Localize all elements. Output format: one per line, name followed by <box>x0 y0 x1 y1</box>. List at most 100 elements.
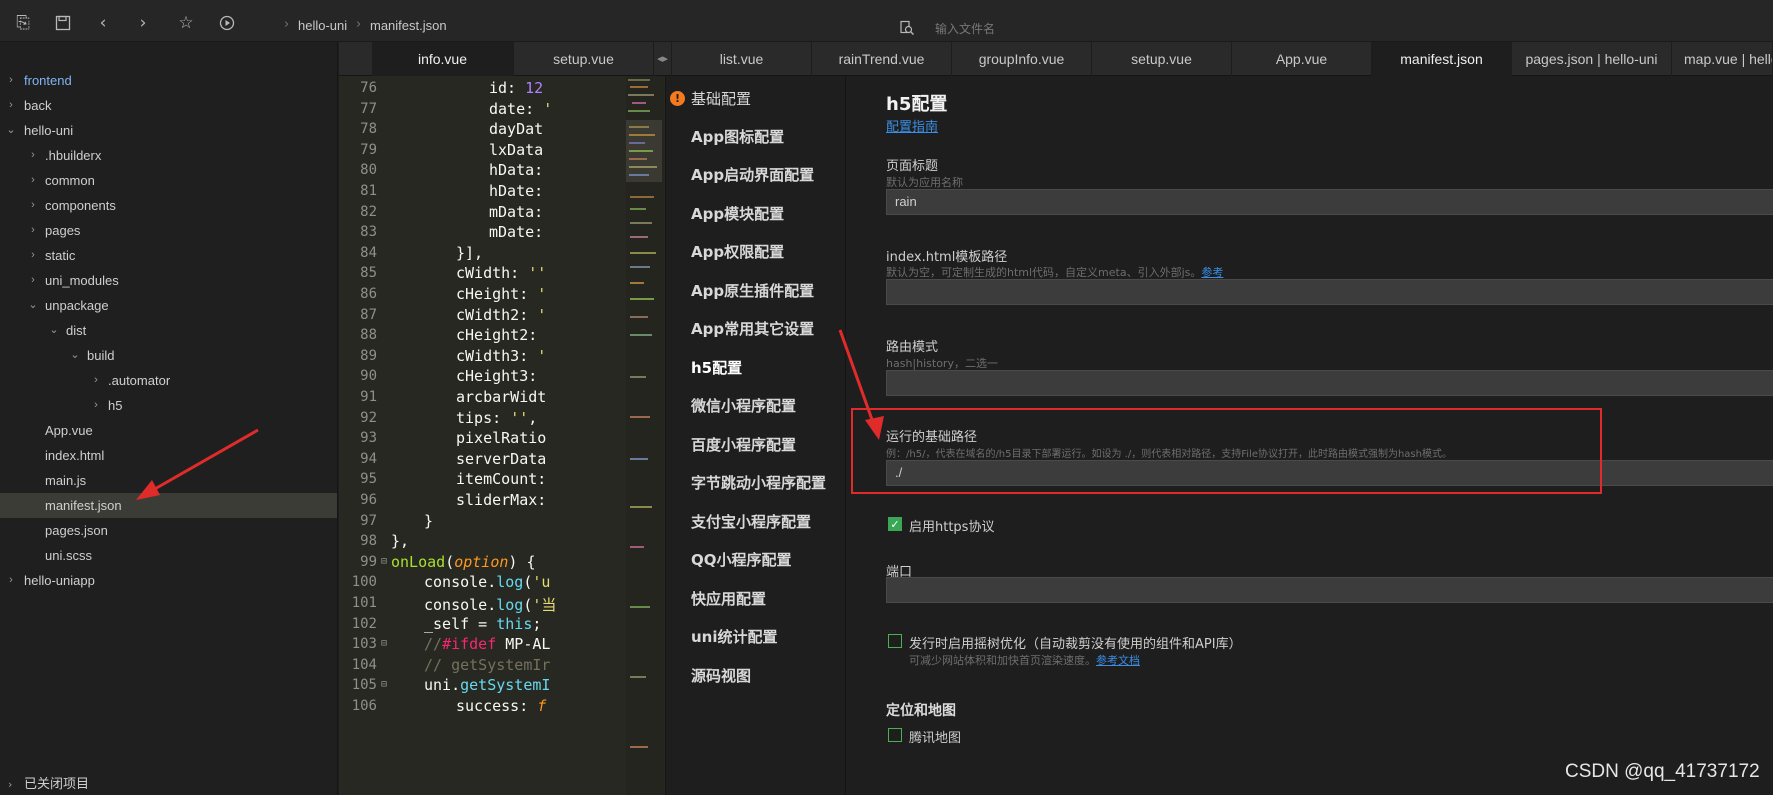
page-title-label: 页面标题 <box>886 159 939 174</box>
tree-item-hello-uni[interactable]: ⌄ hello-uni <box>0 118 337 143</box>
line-number: 95 <box>360 471 377 488</box>
nav-quickapp[interactable]: 快应用配置 <box>691 588 766 609</box>
fold-toggle-icon[interactable]: ⊟ <box>381 556 387 567</box>
nav-app-icon[interactable]: App图标配置 <box>691 126 784 147</box>
tree-item-index-html[interactable]: index.html <box>0 443 337 468</box>
code-line: } <box>424 511 434 530</box>
tree-item-pages-json[interactable]: pages.json <box>0 518 337 543</box>
fold-toggle-icon[interactable]: ⊟ <box>381 638 387 649</box>
star-icon[interactable]: ☆ <box>173 10 199 36</box>
editor-tab-bar: info.vue setup.vue ◂▸ list.vue rainTrend… <box>339 42 1773 76</box>
back-icon[interactable]: ‹ <box>90 10 116 36</box>
nav-app-modules[interactable]: App模块配置 <box>691 203 784 224</box>
tab-setup-vue[interactable]: setup.vue <box>514 42 654 76</box>
nav-uni-stat[interactable]: uni统计配置 <box>691 626 778 647</box>
code-line: tips: '', <box>456 408 538 427</box>
tree-item-hello-uniapp[interactable]: › hello-uniapp <box>0 568 337 593</box>
tree-item-app-vue[interactable]: App.vue <box>0 418 337 443</box>
code-line: hData: <box>489 161 544 180</box>
treeshake-checkbox[interactable] <box>888 634 902 648</box>
tab-list-vue[interactable]: list.vue <box>672 42 812 76</box>
line-number: 90 <box>360 368 377 385</box>
code-line: cWidth: '' <box>456 264 547 283</box>
code-line: console.log('当 <box>424 596 557 614</box>
tree-item-h5[interactable]: › h5 <box>0 393 337 418</box>
chevron-right-icon: › <box>9 99 13 111</box>
nav-app-native-plugins[interactable]: App原生插件配置 <box>691 280 814 301</box>
template-path-ref-link[interactable]: 参考 <box>1201 266 1223 279</box>
save-icon[interactable] <box>50 10 76 36</box>
config-guide-link[interactable]: 配置指南 <box>886 116 938 135</box>
nav-toutiao-mp[interactable]: 字节跳动小程序配置 <box>691 472 826 493</box>
tencent-map-checkbox[interactable] <box>888 728 902 742</box>
tree-item-label: manifest.json <box>45 498 122 513</box>
template-path-label: index.html模板路径 <box>886 250 1008 265</box>
treeshake-hint: 可减少网站体积和加快首页渲染速度。参考文档 <box>909 652 1140 668</box>
nav-alipay-mp[interactable]: 支付宝小程序配置 <box>691 511 811 532</box>
line-number: 92 <box>360 409 377 426</box>
line-number: 77 <box>360 100 377 117</box>
forward-icon[interactable]: › <box>130 10 156 36</box>
tree-item-automator[interactable]: › .automator <box>0 368 337 393</box>
closed-projects[interactable]: › 已关闭项目 <box>0 775 337 795</box>
run-icon[interactable] <box>214 10 240 36</box>
breadcrumb-project[interactable]: hello-uni <box>298 18 347 33</box>
nav-qq-mp[interactable]: QQ小程序配置 <box>691 549 792 570</box>
tab-groupinfo-vue[interactable]: groupInfo.vue <box>952 42 1092 76</box>
tree-item-frontend[interactable]: › frontend <box>0 68 337 93</box>
chevron-right-icon: › <box>94 399 98 411</box>
code-minimap[interactable] <box>626 76 664 795</box>
tree-item-static[interactable]: › static <box>0 243 337 268</box>
tab-setup-vue-2[interactable]: setup.vue <box>1092 42 1232 76</box>
nav-h5-config[interactable]: h5配置 <box>691 357 742 378</box>
breadcrumb-file[interactable]: manifest.json <box>370 18 447 33</box>
tab-app-vue[interactable]: App.vue <box>1232 42 1372 76</box>
https-checkbox[interactable]: ✓ <box>888 517 902 531</box>
page-title-input[interactable]: rain <box>886 189 1773 215</box>
nav-basic-config[interactable]: 基础配置 <box>691 88 751 109</box>
fold-toggle-icon[interactable]: ⊟ <box>381 679 387 690</box>
tree-item-uni-modules[interactable]: › uni_modules <box>0 268 337 293</box>
tab-raintrend-vue[interactable]: rainTrend.vue <box>812 42 952 76</box>
nav-source-view[interactable]: 源码视图 <box>691 665 751 686</box>
code-line: id: 12 <box>489 79 544 97</box>
tree-item-dist[interactable]: ⌄ dist <box>0 318 337 343</box>
new-file-icon[interactable]: ⎘ <box>10 10 36 36</box>
port-input[interactable] <box>886 577 1773 603</box>
template-path-input[interactable] <box>886 279 1773 305</box>
file-search-box[interactable]: 输入文件名 <box>895 16 1175 40</box>
tree-item-hbuilderx[interactable]: › .hbuilderx <box>0 143 337 168</box>
tab-info-vue[interactable]: info.vue <box>372 42 514 76</box>
tab-scroll-arrows-icon[interactable]: ◂▸ <box>654 42 672 76</box>
tab-pages-json[interactable]: pages.json | hello-uni <box>1512 42 1672 76</box>
tree-item-manifest-json[interactable]: manifest.json <box>0 493 337 518</box>
line-number: 85 <box>360 265 377 282</box>
code-line: dayDat <box>489 120 544 139</box>
nav-baidu-mp[interactable]: 百度小程序配置 <box>691 434 796 455</box>
nav-app-splash[interactable]: App启动界面配置 <box>691 164 814 185</box>
tree-item-unpackage[interactable]: ⌄ unpackage <box>0 293 337 318</box>
chevron-right-icon: › <box>31 274 35 286</box>
nav-app-permissions[interactable]: App权限配置 <box>691 241 784 262</box>
tree-item-components[interactable]: › components <box>0 193 337 218</box>
router-mode-input[interactable] <box>886 370 1773 396</box>
tree-item-main-js[interactable]: main.js <box>0 468 337 493</box>
tab-map-vue[interactable]: map.vue | hello <box>1672 42 1773 76</box>
nav-weixin-mp[interactable]: 微信小程序配置 <box>691 395 796 416</box>
chevron-down-icon: ⌄ <box>49 324 59 336</box>
code-line: cWidth3: ' <box>456 346 547 365</box>
tree-item-pages[interactable]: › pages <box>0 218 337 243</box>
treeshake-doc-link[interactable]: 参考文档 <box>1096 654 1140 667</box>
chevron-right-icon: › <box>31 199 35 211</box>
tree-item-build[interactable]: ⌄ build <box>0 343 337 368</box>
treeshake-hint-text: 可减少网站体积和加快首页渲染速度。 <box>909 654 1096 667</box>
tree-item-common[interactable]: › common <box>0 168 337 193</box>
tree-item-label: .automator <box>108 373 171 388</box>
tab-manifest-json[interactable]: manifest.json <box>1372 42 1512 76</box>
code-line: pixelRatio <box>456 429 547 448</box>
code-editor[interactable]: 76 77 78 79 80 81 82 83 84 85 86 87 88 89 90 91 92 93 94 95… <box>339 76 665 795</box>
tree-item-uni-scss[interactable]: uni.scss <box>0 543 337 568</box>
tree-item-back[interactable]: › back <box>0 93 337 118</box>
nav-app-other[interactable]: App常用其它设置 <box>691 318 814 339</box>
line-number: 86 <box>360 286 377 302</box>
